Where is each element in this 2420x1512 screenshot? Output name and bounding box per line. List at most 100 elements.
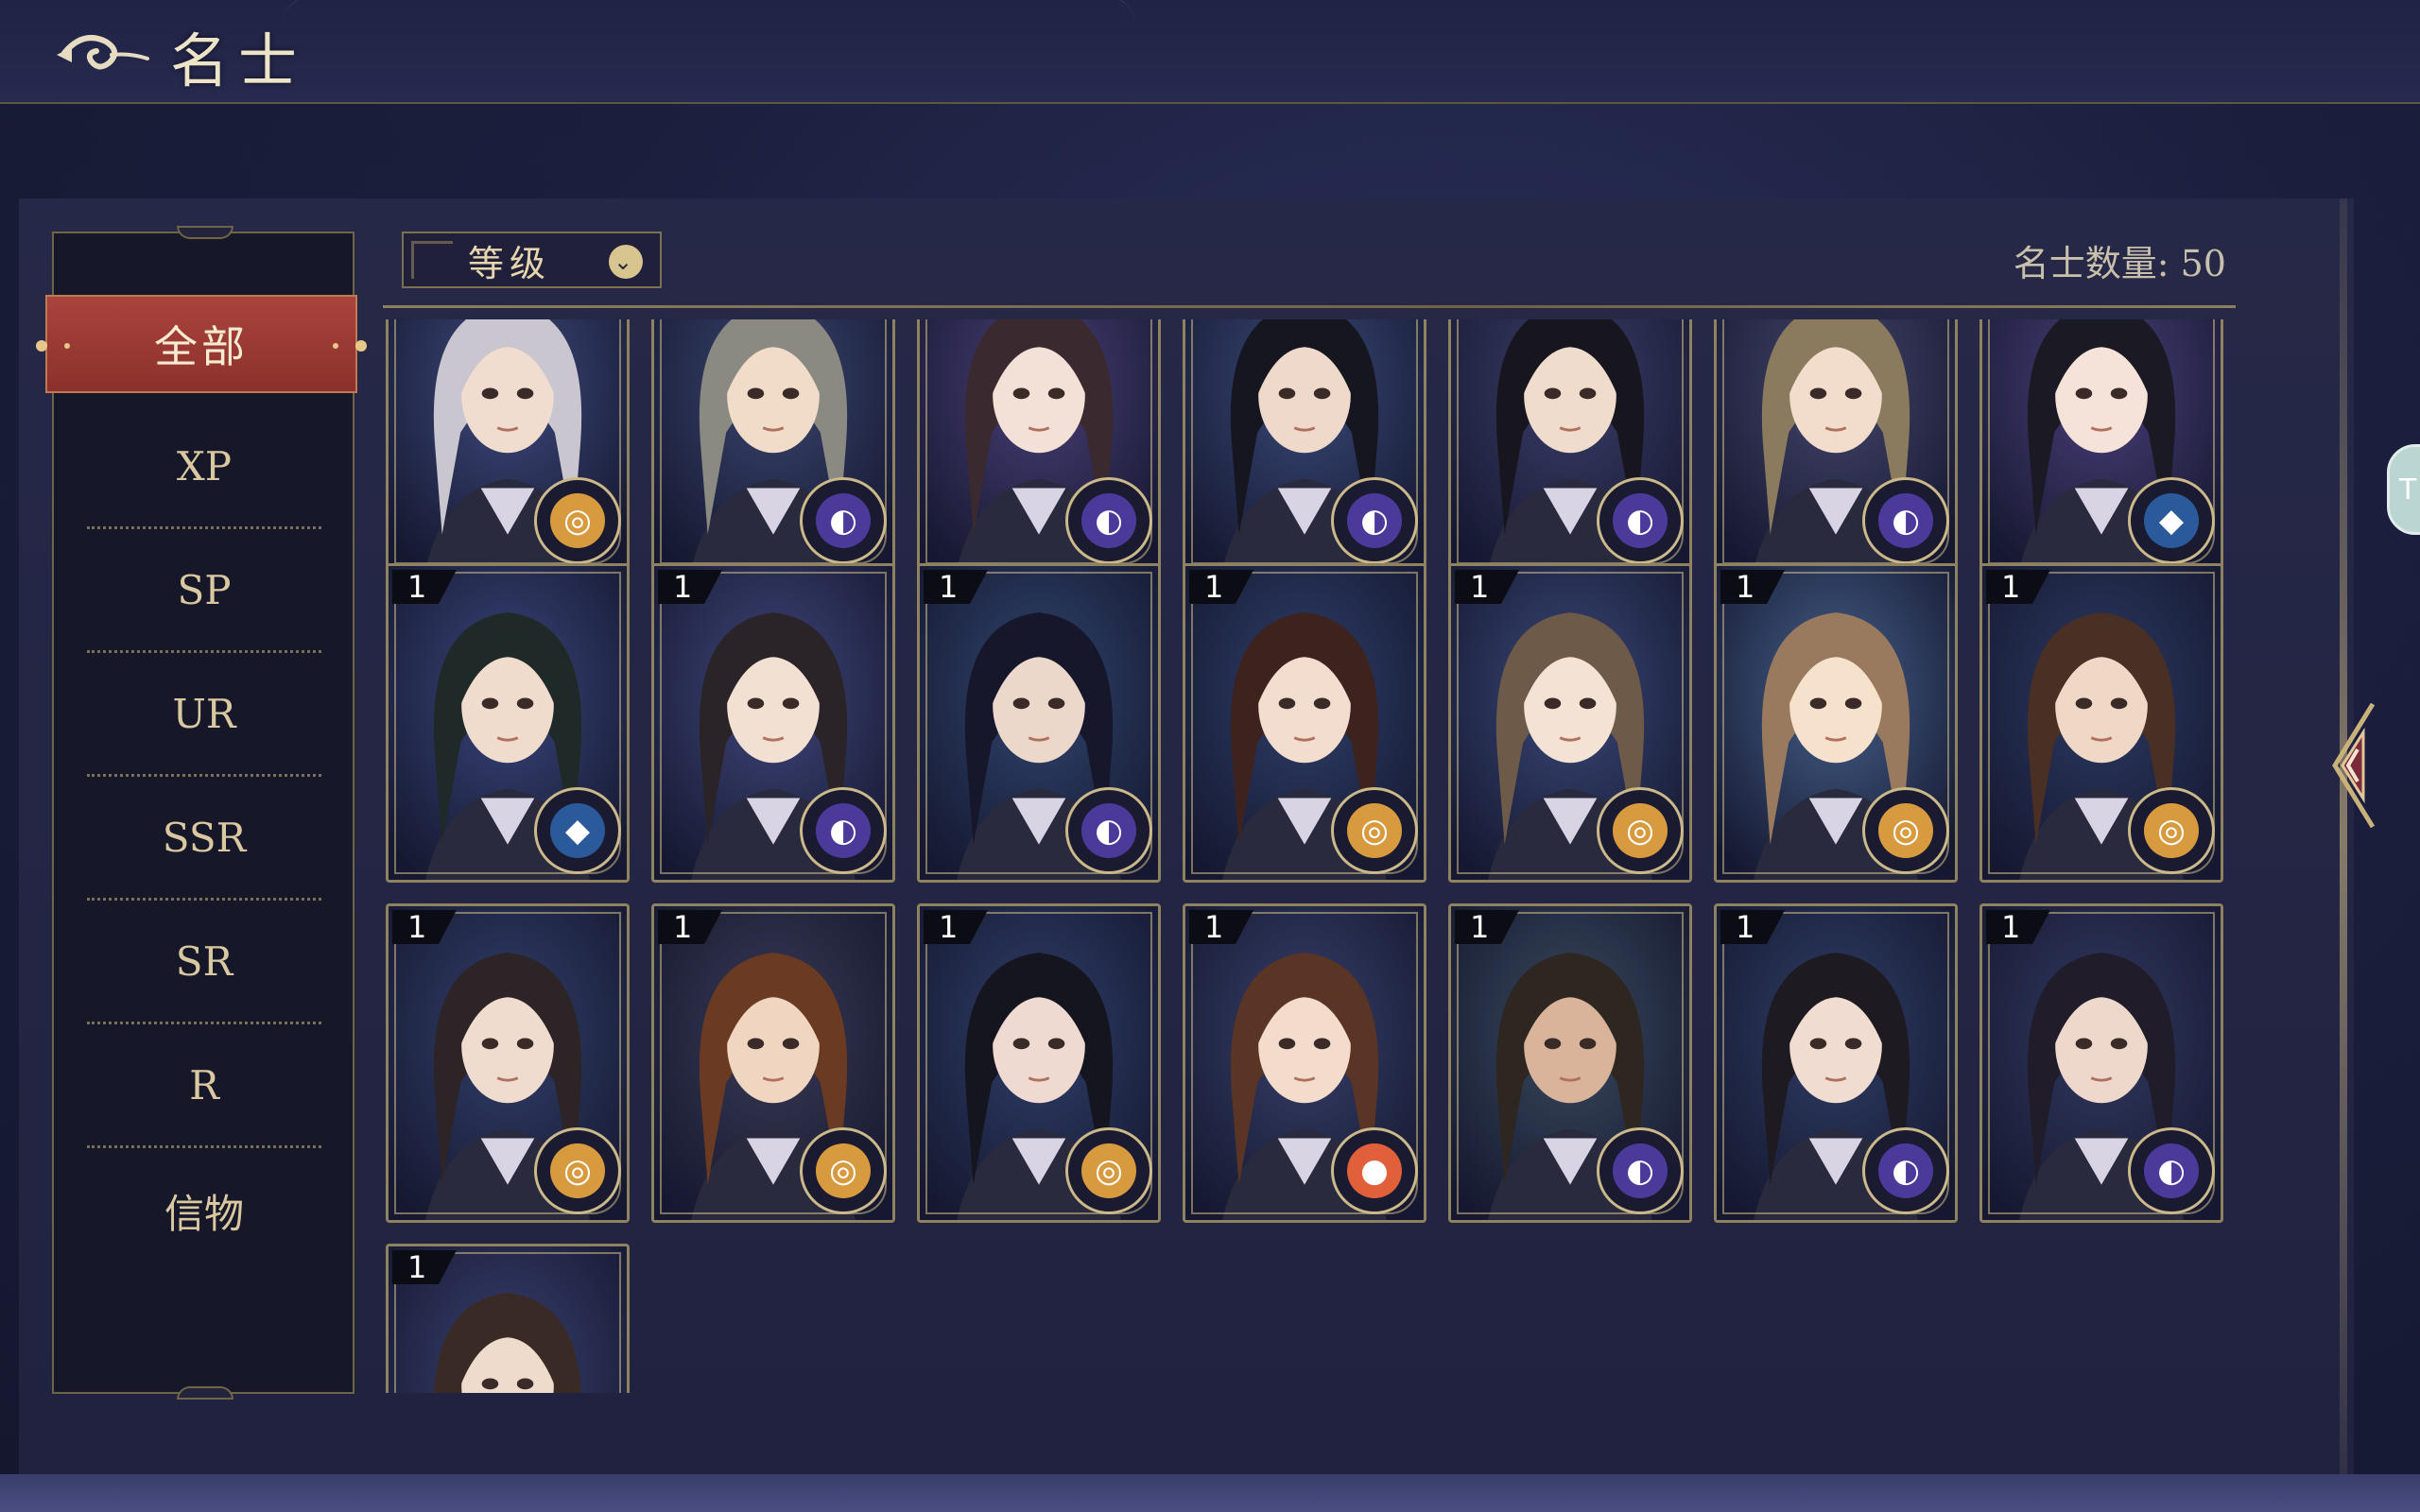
- element-icon-core: ◎: [1081, 1143, 1136, 1198]
- element-icon-core: ◐: [1081, 803, 1136, 858]
- element-icon-core: ◆: [2144, 493, 2199, 548]
- blue-element-icon: ◆: [534, 787, 621, 874]
- tab-ornament: [333, 343, 338, 349]
- tab-sr[interactable]: SR: [87, 902, 321, 1024]
- purple-element-icon: ◐: [1597, 477, 1684, 564]
- character-card[interactable]: ◐: [917, 319, 1161, 573]
- panel-edge-decoration: [2340, 198, 2347, 1474]
- element-icon-core: ◎: [1347, 803, 1402, 858]
- tab-label: 信物: [164, 1190, 244, 1237]
- tab-label: SSR: [162, 815, 247, 861]
- tab-label: SP: [177, 567, 232, 613]
- character-card[interactable]: 1 ◎: [386, 903, 630, 1223]
- element-icon-core: ◐: [2144, 1143, 2199, 1198]
- sidebar-notch-top: [177, 226, 233, 239]
- character-card[interactable]: 1 ●: [1183, 903, 1426, 1223]
- purple-element-icon: ◐: [800, 477, 887, 564]
- toolbar-divider: [383, 305, 2236, 308]
- character-grid: ◎ ◐ ◐ ◐ ◐ ◐ ◆ 1 ◆ 1 ◐ 1 ◐ 1 ◎ 1 ◎ 1 ◎ 1 …: [378, 319, 2240, 1393]
- purple-element-icon: ◐: [800, 787, 887, 874]
- character-card[interactable]: 1 ◆: [386, 563, 630, 883]
- character-card[interactable]: 1 ◎: [1448, 563, 1692, 883]
- tab-sp[interactable]: SP: [87, 530, 321, 653]
- character-card[interactable]: ◆: [1979, 319, 2223, 573]
- element-icon-core: ◐: [1878, 493, 1933, 548]
- tab-all[interactable]: 全部: [36, 295, 367, 393]
- gold-element-icon: ◎: [2128, 787, 2215, 874]
- element-icon-core: ◐: [816, 803, 871, 858]
- element-icon-core: ◐: [1613, 493, 1668, 548]
- purple-element-icon: ◐: [1331, 477, 1418, 564]
- purple-element-icon: ◐: [1597, 1127, 1684, 1214]
- character-card[interactable]: 1 ◐: [1714, 903, 1958, 1223]
- character-card[interactable]: 1 ◐: [1448, 903, 1692, 1223]
- tab-xp[interactable]: XP: [87, 406, 321, 529]
- tab-label: R: [189, 1062, 219, 1108]
- sort-dropdown[interactable]: 等级 ⌄: [402, 232, 662, 288]
- element-icon-core: ◎: [2144, 803, 2199, 858]
- gold-element-icon: ◎: [534, 1127, 621, 1214]
- purple-element-icon: ◐: [1862, 477, 1949, 564]
- element-icon-core: ◐: [816, 493, 871, 548]
- element-icon-core: ◎: [1878, 803, 1933, 858]
- gold-element-icon: ◎: [800, 1127, 887, 1214]
- character-card[interactable]: 1 ◎: [1714, 563, 1958, 883]
- collapse-arrow-icon[interactable]: [2316, 695, 2377, 836]
- character-card[interactable]: ◐: [1714, 319, 1958, 573]
- tab-label: SR: [175, 938, 233, 985]
- element-icon-core: ◎: [550, 1143, 605, 1198]
- orange-element-icon: ●: [1331, 1127, 1418, 1214]
- character-card[interactable]: 1 ◐: [917, 563, 1161, 883]
- element-icon-core: ◐: [1347, 493, 1402, 548]
- character-card[interactable]: 1 ◎: [1979, 563, 2223, 883]
- gold-element-icon: ◎: [1331, 787, 1418, 874]
- element-icon-core: ◐: [1081, 493, 1136, 548]
- gold-element-icon: ◎: [1065, 1127, 1152, 1214]
- sort-label: 等级: [468, 242, 552, 284]
- gold-element-icon: ◎: [1597, 787, 1684, 874]
- character-card[interactable]: 1 ◐: [651, 563, 895, 883]
- character-card[interactable]: ◐: [1183, 319, 1426, 573]
- tab-tokens[interactable]: 信物: [87, 1149, 321, 1272]
- bottom-band: [0, 1474, 2420, 1512]
- character-card[interactable]: 1 ◎: [917, 903, 1161, 1223]
- header-bar: 名士: [0, 0, 2420, 104]
- chevron-down-icon: ⌄: [609, 245, 643, 279]
- tab-ornament: [64, 343, 70, 349]
- character-card[interactable]: ◐: [651, 319, 895, 573]
- tab-r[interactable]: R: [87, 1025, 321, 1148]
- tab-ornament: [355, 340, 367, 352]
- tab-label: XP: [176, 443, 233, 490]
- element-icon-core: ●: [1347, 1143, 1402, 1198]
- tab-ssr[interactable]: SSR: [87, 778, 321, 901]
- element-icon-core: ◎: [816, 1143, 871, 1198]
- purple-element-icon: ◐: [1065, 477, 1152, 564]
- gold-element-icon: ◎: [1862, 787, 1949, 874]
- back-swirl-icon[interactable]: [55, 26, 149, 79]
- gold-element-icon: ◎: [534, 477, 621, 564]
- tab-ornament: [36, 340, 47, 352]
- element-icon-core: ◐: [1878, 1143, 1933, 1198]
- character-card[interactable]: 1 ◎: [651, 903, 895, 1223]
- blue-element-icon: ◆: [2128, 477, 2215, 564]
- side-tab-label: T: [2399, 472, 2417, 507]
- purple-element-icon: ◐: [2128, 1127, 2215, 1214]
- header-decoration: [284, 0, 1134, 94]
- element-icon-core: ◎: [1613, 803, 1668, 858]
- side-floating-button[interactable]: T: [2387, 444, 2420, 535]
- purple-element-icon: ◐: [1065, 787, 1152, 874]
- element-icon-core: ◐: [1613, 1143, 1668, 1198]
- sidebar-notch-bottom: [177, 1386, 233, 1400]
- element-icon-core: ◆: [550, 803, 605, 858]
- character-card[interactable]: 1 ◐: [1979, 903, 2223, 1223]
- character-card[interactable]: ◎: [386, 319, 630, 573]
- tab-ur[interactable]: UR: [87, 654, 321, 777]
- purple-element-icon: ◐: [1862, 1127, 1949, 1214]
- tab-all-label: 全部: [154, 321, 249, 372]
- sort-decoration: [411, 241, 453, 279]
- character-card[interactable]: ◐: [1448, 319, 1692, 573]
- character-card[interactable]: 1: [386, 1244, 630, 1393]
- character-card[interactable]: 1 ◎: [1183, 563, 1426, 883]
- tab-label: UR: [172, 691, 236, 737]
- character-count: 名士数量: 50: [2013, 242, 2226, 284]
